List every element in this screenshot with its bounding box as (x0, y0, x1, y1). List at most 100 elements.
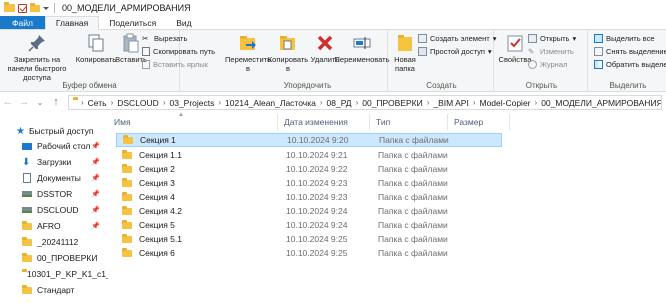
chevron-right-icon[interactable]: › (473, 98, 476, 107)
chevron-right-icon[interactable]: › (163, 98, 166, 107)
nav-item-dscloud[interactable]: DSCLOUD 📌 (0, 202, 108, 218)
move-to-button[interactable]: Переместить в (225, 33, 271, 73)
table-row[interactable]: Секция 1.1 10.10.2024 9:21 Папка с файла… (116, 148, 502, 162)
cut-button[interactable]: ✂ Вырезать (142, 34, 187, 43)
tab-share[interactable]: Поделиться (99, 16, 166, 29)
tab-home[interactable]: Главная (44, 16, 100, 30)
new-item-icon (418, 34, 427, 43)
nav-item-label: Рабочий стол (37, 141, 91, 151)
back-arrow-icon[interactable]: ← (0, 96, 16, 108)
new-folder-quick-icon[interactable] (30, 2, 40, 12)
breadcrumb-bim-api[interactable]: _BIM API (433, 98, 468, 108)
rename-icon (353, 37, 371, 49)
history-button[interactable]: Журнал (528, 60, 567, 69)
breadcrumb-rd[interactable]: 08_РД (327, 98, 352, 108)
file-date: 10.10.2024 9:23 (286, 178, 348, 188)
properties-check-icon[interactable] (18, 3, 27, 13)
table-row[interactable]: Секция 5.1 10.10.2024 9:25 Папка с файла… (116, 232, 502, 246)
paste-shortcut-button[interactable]: Вставить ярлык (142, 60, 208, 69)
nav-item-documents[interactable]: Документы 📌 (0, 170, 108, 186)
copy-to-label: Копировать в (267, 55, 309, 73)
copy-button[interactable]: Копировать (74, 33, 118, 64)
table-row[interactable]: Секция 5 10.10.2024 9:24 Папка с файлами (116, 218, 502, 232)
breadcrumb-project[interactable]: 10214_Alean_Ласточка (225, 98, 316, 108)
up-arrow-icon[interactable]: ↑ (48, 96, 64, 108)
edit-label: Изменить (540, 47, 574, 56)
properties-button[interactable]: Свойства (499, 33, 531, 64)
column-header-name[interactable]: Имя (108, 114, 278, 130)
recent-chevron-icon[interactable]: ⌄ (32, 98, 48, 107)
pin-icon[interactable]: 📌 (91, 142, 100, 150)
copy-path-button[interactable]: Скопировать путь (142, 47, 215, 56)
breadcrumb-projects[interactable]: 03_Projects (169, 98, 214, 108)
table-row[interactable]: Секция 3 10.10.2024 9:23 Папка с файлами (116, 176, 502, 190)
pin-icon[interactable]: 📌 (91, 158, 100, 166)
nav-item-label: Документы (37, 173, 81, 183)
nav-item-downloads[interactable]: ⬇ Загрузки 📌 (0, 154, 108, 170)
nav-item-20241112[interactable]: _20241112 (0, 234, 108, 250)
nav-item-10301[interactable]: 10301_P_KP_K1_c1_I (0, 266, 108, 282)
folder-icon (122, 177, 132, 187)
nav-item-checks[interactable]: 00_ПРОВЕРКИ (0, 250, 108, 266)
nav-item-label: Стандарт (37, 285, 75, 295)
copy-icon (88, 34, 104, 52)
copy-to-button[interactable]: Копировать в (268, 33, 308, 73)
breadcrumb-dscloud[interactable]: DSCLOUD (117, 98, 159, 108)
select-all-button[interactable]: Выделить все (594, 34, 655, 43)
chevron-right-icon[interactable]: › (535, 98, 538, 107)
select-none-button[interactable]: Снять выделение (594, 47, 666, 56)
table-row[interactable]: Секция 1 10.10.2024 9:20 Папка с файлами (116, 133, 502, 147)
tab-file[interactable]: Файл (0, 16, 45, 29)
chevron-right-icon[interactable]: › (111, 98, 114, 107)
forward-arrow-icon[interactable]: → (16, 96, 32, 108)
file-name: Секция 5 (139, 220, 175, 230)
pin-quick-access-button[interactable]: Закрепить на панели быстрого доступа (4, 33, 70, 82)
chevron-right-icon[interactable]: › (427, 98, 430, 107)
pin-icon[interactable]: 📌 (91, 222, 100, 230)
file-type: Папка с файлами (378, 206, 448, 216)
pin-icon[interactable]: 📌 (91, 190, 100, 198)
nav-item-standard[interactable]: Стандарт (0, 282, 108, 298)
file-type: Папка с файлами (378, 178, 448, 188)
tab-view[interactable]: Вид (166, 16, 201, 29)
new-folder-button[interactable]: Новая папка (392, 33, 418, 73)
nav-item-afro[interactable]: AFRO 📌 (0, 218, 108, 234)
breadcrumb-network[interactable]: Сеть (88, 98, 107, 108)
copy-label: Копировать (75, 55, 117, 64)
pin-icon[interactable]: 📌 (91, 174, 100, 182)
rename-button[interactable]: Переименовать (335, 33, 390, 64)
address-bar-row: ← → ⌄ ↑ › Сеть › DSCLOUD › 03_Projects ›… (0, 92, 666, 112)
table-row[interactable]: Секция 4 10.10.2024 9:23 Папка с файлами (116, 190, 502, 204)
table-row[interactable]: Секция 6 10.10.2024 9:25 Папка с файлами (116, 246, 502, 260)
folder-icon (22, 284, 32, 294)
column-header-date[interactable]: Дата изменения (278, 114, 370, 130)
column-header-size[interactable]: Размер (448, 114, 510, 130)
edit-button[interactable]: ✎ Изменить (528, 47, 574, 56)
breadcrumb-model-copier[interactable]: Model-Copier (479, 98, 530, 108)
open-button[interactable]: Открыть ▾ (528, 34, 576, 43)
address-bar[interactable]: › Сеть › DSCLOUD › 03_Projects › 10214_A… (68, 95, 662, 110)
breadcrumb-current[interactable]: 00_МОДЕЛИ_АРМИРОВАНИЯ (541, 98, 661, 108)
column-header-type[interactable]: Тип (370, 114, 448, 130)
nav-quick-access[interactable]: ★ Быстрый доступ (0, 123, 108, 139)
folder-icon (122, 205, 132, 215)
folder-icon (122, 233, 132, 243)
properties-icon (507, 35, 523, 52)
chevron-right-icon[interactable]: › (320, 98, 323, 107)
table-row[interactable]: Секция 4.2 10.10.2024 9:24 Папка с файла… (116, 204, 502, 218)
breadcrumb-checks[interactable]: 00_ПРОВЕРКИ (362, 98, 422, 108)
chevron-right-icon[interactable]: › (81, 98, 84, 107)
pin-icon[interactable]: 📌 (91, 206, 100, 214)
customize-toolbar-chevron-icon[interactable] (43, 6, 49, 10)
chevron-right-icon[interactable]: › (218, 98, 221, 107)
table-row[interactable]: Секция 2 10.10.2024 9:22 Папка с файлами (116, 162, 502, 176)
invert-selection-button[interactable]: Обратить выделение (594, 60, 666, 69)
easy-access-button[interactable]: Простой доступ ▾ (418, 47, 492, 56)
copy-path-icon (142, 47, 150, 56)
chevron-right-icon[interactable]: › (356, 98, 359, 107)
nav-item-dsstor[interactable]: DSSTOR 📌 (0, 186, 108, 202)
network-drive-icon (22, 191, 32, 197)
open-label: Открыть (540, 34, 570, 43)
nav-item-desktop[interactable]: Рабочий стол 📌 (0, 138, 108, 154)
new-item-button[interactable]: Создать элемент ▾ (418, 34, 496, 43)
